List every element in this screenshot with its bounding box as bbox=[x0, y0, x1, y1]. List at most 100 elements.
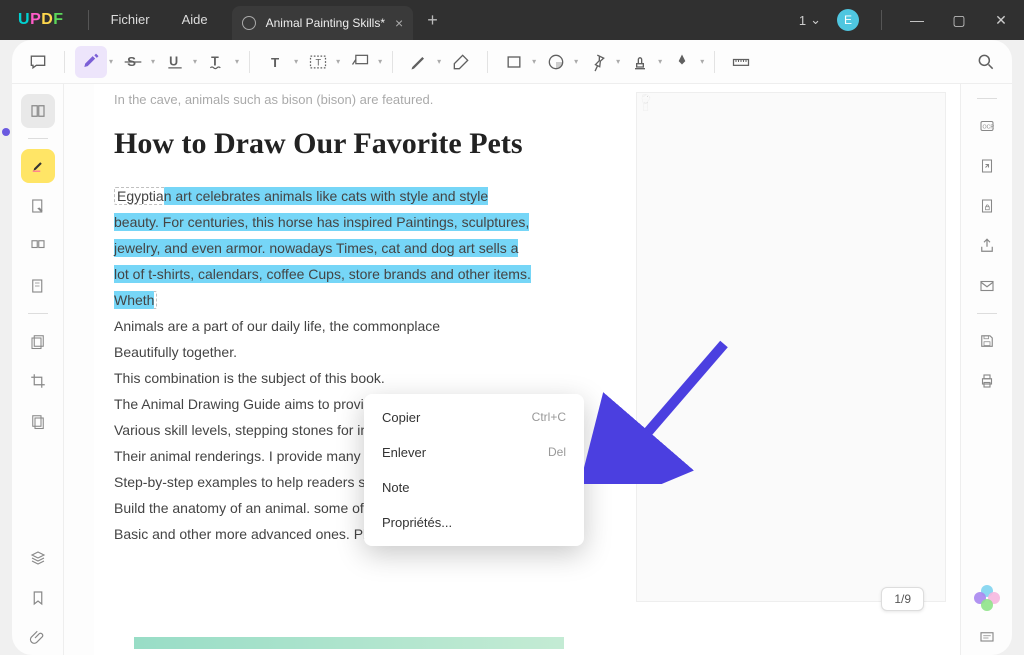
eraser-tool-button[interactable] bbox=[445, 46, 477, 78]
app-logo: UPDF bbox=[0, 11, 82, 29]
textbox-tool-button[interactable]: T bbox=[302, 46, 334, 78]
body-line: Beautifully together. bbox=[114, 339, 534, 365]
window-close-button[interactable]: ✕ bbox=[988, 12, 1014, 29]
tab-close-icon[interactable]: × bbox=[395, 15, 403, 31]
dropdown-icon[interactable]: ▾ bbox=[532, 57, 536, 66]
ocr-button[interactable]: OCR bbox=[970, 109, 1004, 143]
menu-file[interactable]: Fichier bbox=[95, 0, 166, 40]
measure-tool-button[interactable] bbox=[725, 46, 757, 78]
context-menu: Copier Ctrl+C Enlever Del Note Propriété… bbox=[364, 394, 584, 546]
title-bar: UPDF Fichier Aide Animal Painting Skills… bbox=[0, 0, 1024, 40]
menu-help[interactable]: Aide bbox=[166, 0, 224, 40]
email-button[interactable] bbox=[970, 269, 1004, 303]
shortcut-label: Del bbox=[548, 445, 566, 460]
form-button[interactable] bbox=[21, 269, 55, 303]
document-viewport[interactable]: In the cave, animals such as bison (biso… bbox=[64, 84, 960, 655]
save-button[interactable] bbox=[970, 324, 1004, 358]
callout-tool-button[interactable] bbox=[344, 46, 376, 78]
separator bbox=[487, 51, 488, 73]
attachments-button[interactable] bbox=[21, 621, 55, 655]
body-line: This combination is the subject of this … bbox=[114, 365, 534, 391]
tab-title: Animal Painting Skills* bbox=[266, 16, 385, 30]
svg-text:T: T bbox=[211, 54, 219, 68]
comments-icon bbox=[978, 629, 996, 647]
ai-assistant-button[interactable] bbox=[970, 581, 1004, 615]
crop-button[interactable] bbox=[21, 364, 55, 398]
annotate-mode-button[interactable] bbox=[21, 149, 55, 183]
dropdown-icon[interactable]: ▾ bbox=[151, 57, 155, 66]
form-icon bbox=[29, 277, 47, 295]
reader-mode-button[interactable] bbox=[21, 94, 55, 128]
squiggly-icon: T bbox=[207, 52, 227, 72]
highlight-tool-button[interactable] bbox=[75, 46, 107, 78]
user-avatar[interactable]: E bbox=[837, 9, 859, 31]
strikethrough-tool-button[interactable]: S bbox=[117, 46, 149, 78]
dropdown-icon[interactable]: ▾ bbox=[658, 57, 662, 66]
dropdown-icon[interactable]: ▾ bbox=[574, 57, 578, 66]
search-button[interactable] bbox=[970, 46, 1002, 78]
organize-button[interactable] bbox=[21, 229, 55, 263]
dropdown-icon[interactable]: ▾ bbox=[378, 57, 382, 66]
stamp-tool-button[interactable] bbox=[624, 46, 656, 78]
separator bbox=[28, 313, 48, 314]
bookmarks-button[interactable] bbox=[21, 581, 55, 615]
context-menu-copy[interactable]: Copier Ctrl+C bbox=[364, 400, 584, 435]
dropdown-icon[interactable]: ▾ bbox=[193, 57, 197, 66]
squiggly-tool-button[interactable]: T bbox=[201, 46, 233, 78]
comments-list-button[interactable] bbox=[970, 621, 1004, 655]
underline-tool-button[interactable]: U bbox=[159, 46, 191, 78]
right-sidebar: OCR bbox=[960, 84, 1012, 655]
book-icon bbox=[29, 102, 47, 120]
dropdown-icon[interactable]: ▾ bbox=[616, 57, 620, 66]
context-menu-note[interactable]: Note bbox=[364, 470, 584, 505]
svg-text:T: T bbox=[271, 55, 279, 70]
layers-button[interactable] bbox=[21, 541, 55, 575]
pencil-icon bbox=[409, 52, 429, 72]
comment-tool-button[interactable] bbox=[22, 46, 54, 78]
highlighted-selection[interactable]: n art celebrates animals like cats with … bbox=[114, 187, 531, 309]
body-line: Animals are a part of our daily life, th… bbox=[114, 313, 534, 339]
dropdown-icon[interactable]: ▾ bbox=[294, 57, 298, 66]
attach-tool-button[interactable] bbox=[582, 46, 614, 78]
print-button[interactable] bbox=[970, 364, 1004, 398]
context-menu-properties[interactable]: Propriétés... bbox=[364, 505, 584, 540]
side-indicator-dot bbox=[2, 128, 10, 136]
separator bbox=[88, 10, 89, 30]
save-icon bbox=[978, 332, 996, 350]
dropdown-icon[interactable]: ▾ bbox=[437, 57, 441, 66]
protect-button[interactable] bbox=[970, 189, 1004, 223]
header-page-indicator[interactable]: 1 ⌄ bbox=[799, 12, 821, 28]
new-tab-button[interactable]: + bbox=[413, 10, 452, 31]
svg-text:OCR: OCR bbox=[982, 124, 994, 130]
marker-icon bbox=[29, 157, 47, 175]
dropdown-icon[interactable]: ▾ bbox=[336, 57, 340, 66]
share-button[interactable] bbox=[970, 229, 1004, 263]
dropdown-icon[interactable]: ▾ bbox=[700, 57, 704, 66]
separator bbox=[392, 51, 393, 73]
sticker-tool-button[interactable] bbox=[540, 46, 572, 78]
text-tool-button[interactable]: T bbox=[260, 46, 292, 78]
document-tab[interactable]: Animal Painting Skills* × bbox=[232, 6, 414, 40]
edit-mode-button[interactable] bbox=[21, 189, 55, 223]
dropdown-icon[interactable]: ▾ bbox=[235, 57, 239, 66]
separator bbox=[28, 138, 48, 139]
redact-button[interactable] bbox=[21, 404, 55, 438]
shape-tool-button[interactable] bbox=[498, 46, 530, 78]
batch-button[interactable] bbox=[21, 324, 55, 358]
separator bbox=[881, 10, 882, 30]
signature-tool-button[interactable] bbox=[666, 46, 698, 78]
window-minimize-button[interactable]: — bbox=[904, 12, 930, 28]
svg-text:U: U bbox=[169, 54, 178, 68]
dropdown-icon[interactable]: ▾ bbox=[109, 57, 113, 66]
search-icon bbox=[976, 52, 996, 72]
pen-icon bbox=[672, 52, 692, 72]
page-number-badge[interactable]: 1/9 bbox=[881, 587, 924, 611]
context-menu-remove[interactable]: Enlever Del bbox=[364, 435, 584, 470]
window-maximize-button[interactable]: ▢ bbox=[946, 12, 972, 29]
chevron-down-icon: ⌄ bbox=[810, 12, 821, 28]
shortcut-label: Ctrl+C bbox=[532, 410, 566, 425]
strikethrough-icon: S bbox=[123, 52, 143, 72]
pencil-tool-button[interactable] bbox=[403, 46, 435, 78]
convert-icon bbox=[978, 157, 996, 175]
convert-button[interactable] bbox=[970, 149, 1004, 183]
